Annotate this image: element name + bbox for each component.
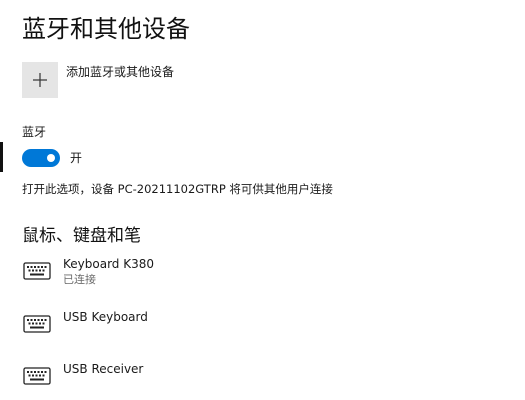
- bluetooth-toggle-label: 开: [70, 151, 83, 165]
- device-status: 已连接: [63, 273, 96, 286]
- device-item-usb-keyboard[interactable]: USB Keyboard: [22, 309, 502, 353]
- device-item-keyboard-k380[interactable]: Keyboard K380 已连接: [22, 256, 502, 300]
- keyboard-icon: [22, 313, 52, 335]
- bluetooth-heading: 蓝牙: [22, 125, 47, 139]
- bluetooth-toggle-row: 开: [22, 149, 82, 167]
- plus-icon: [33, 73, 47, 87]
- device-item-usb-receiver[interactable]: USB Receiver: [22, 361, 502, 400]
- add-device-label: 添加蓝牙或其他设备: [66, 65, 175, 79]
- add-device-button[interactable]: 添加蓝牙或其他设备: [22, 62, 174, 98]
- keyboard-icon: [22, 260, 52, 282]
- device-name: USB Keyboard: [63, 310, 148, 324]
- discoverable-description: 打开此选项，设备 PC-20211102GTRP 将可供其他用户连接: [22, 182, 333, 196]
- keyboard-icon: [22, 365, 52, 387]
- bluetooth-toggle[interactable]: [22, 149, 60, 167]
- add-device-tile[interactable]: [22, 62, 58, 98]
- toggle-knob: [47, 154, 55, 162]
- device-text: USB Keyboard: [63, 309, 148, 325]
- page-title: 蓝牙和其他设备: [22, 15, 190, 43]
- device-text: USB Receiver: [63, 361, 143, 377]
- focus-accent-bar: [0, 142, 3, 172]
- device-name: USB Receiver: [63, 362, 144, 376]
- device-text: Keyboard K380 已连接: [63, 256, 154, 287]
- section-title-mouse-keyboard-pen: 鼠标、键盘和笔: [22, 226, 141, 246]
- device-name: Keyboard K380: [63, 257, 154, 271]
